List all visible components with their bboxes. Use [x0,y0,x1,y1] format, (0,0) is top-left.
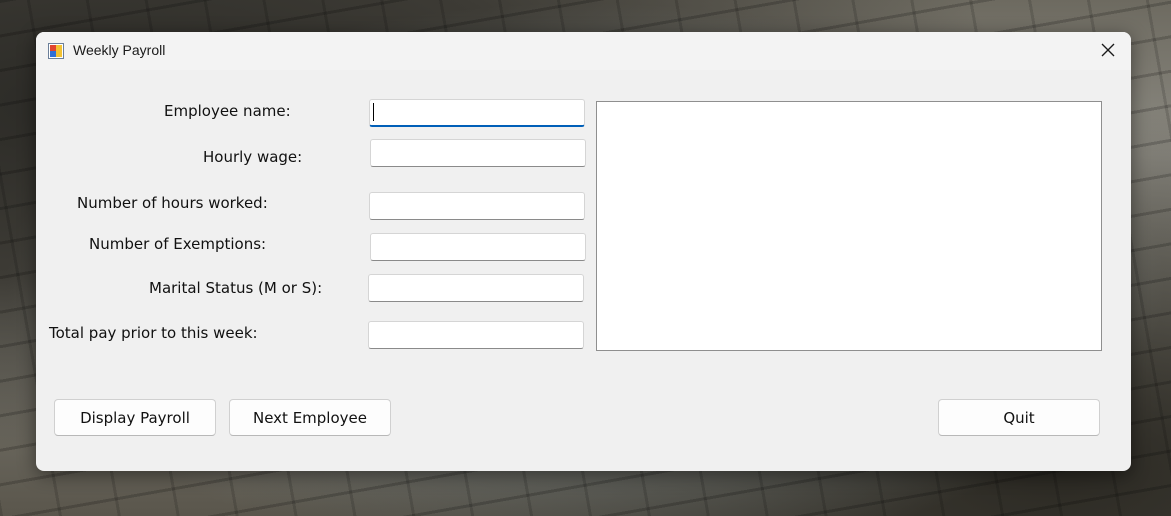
display-payroll-label: Display Payroll [80,408,190,427]
title-bar[interactable]: Weekly Payroll [36,32,1131,70]
exemptions-field[interactable] [370,233,586,261]
hours-worked-label: Number of hours worked: [77,194,268,212]
close-icon [1101,42,1115,61]
employee-name-label: Employee name: [164,102,291,120]
app-form-icon [48,43,64,59]
window-title: Weekly Payroll [73,42,166,58]
hours-worked-field[interactable] [369,192,585,220]
next-employee-label: Next Employee [252,408,367,427]
close-button[interactable] [1085,32,1131,70]
exemptions-label: Number of Exemptions: [89,235,267,253]
payroll-window: Weekly Payroll Employee name: Hourly wag… [36,32,1131,471]
hourly-wage-label: Hourly wage: [203,148,303,166]
display-payroll-button[interactable]: Display Payroll [54,399,216,436]
hourly-wage-field[interactable] [370,139,586,167]
marital-status-label: Marital Status (M or S): [149,279,323,297]
quit-label: Quit [1003,408,1035,427]
marital-status-field[interactable] [368,274,584,302]
quit-button[interactable]: Quit [938,399,1100,436]
payroll-output-box[interactable] [596,101,1102,351]
prior-pay-label: Total pay prior to this week: [49,324,258,342]
prior-pay-field[interactable] [368,321,584,349]
employee-name-field[interactable] [369,99,585,127]
next-employee-button[interactable]: Next Employee [229,399,391,436]
text-caret [373,103,374,121]
